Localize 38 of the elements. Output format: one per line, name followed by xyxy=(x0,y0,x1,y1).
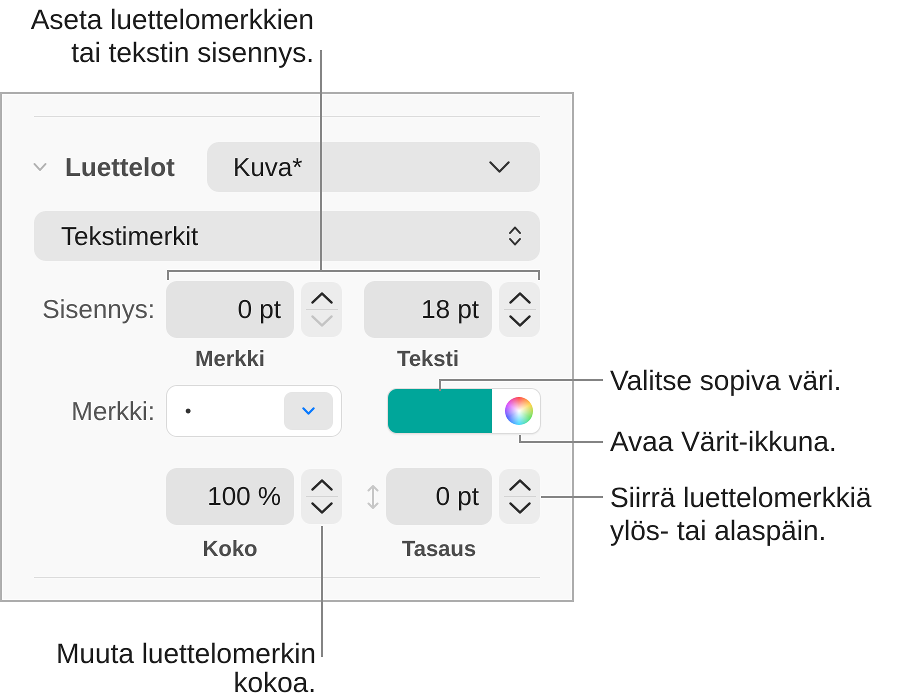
leader-line xyxy=(541,496,603,498)
field-label: Merkki: xyxy=(71,396,155,426)
number-field[interactable]: 100 % xyxy=(166,468,294,525)
callout-text: Siirrä luettelomerkkiä ylös- tai alaspäin. xyxy=(610,481,872,547)
color-wheel-icon[interactable] xyxy=(505,397,533,425)
number-field[interactable]: 0 pt xyxy=(386,468,492,525)
callout-text: Aseta luettelomerkkien tai tekstin sisennys. xyxy=(30,3,314,69)
chevron-up-icon[interactable] xyxy=(310,479,332,491)
list-style-dropdown[interactable]: Kuva* xyxy=(207,142,540,192)
chevron-up-icon[interactable] xyxy=(508,292,530,304)
stepper[interactable] xyxy=(499,282,540,337)
section-title: Luettelot xyxy=(65,152,175,182)
number-field[interactable]: 0 pt xyxy=(166,281,294,338)
up-down-chevron-icon xyxy=(508,225,522,247)
field-caption: Teksti xyxy=(397,346,459,372)
bullet-popup[interactable]: • xyxy=(166,385,342,437)
chevron-down-icon[interactable] xyxy=(508,502,530,514)
field-caption: Koko xyxy=(202,536,258,562)
chevron-down-icon[interactable] xyxy=(508,315,530,327)
callout-text: Muuta luettelomerkin kokoa. xyxy=(56,639,316,697)
color-well[interactable] xyxy=(388,389,540,433)
chevron-down-icon xyxy=(302,407,315,415)
stepper[interactable] xyxy=(301,282,342,337)
color-swatch[interactable] xyxy=(388,389,492,433)
bullet-type-popup[interactable]: Tekstimerkit xyxy=(34,211,540,261)
field-caption: Tasaus xyxy=(400,536,476,562)
number-field[interactable]: 18 pt xyxy=(364,281,492,338)
stepper[interactable] xyxy=(499,469,540,524)
up-down-arrow-icon xyxy=(366,484,380,510)
stepper[interactable] xyxy=(301,469,342,524)
field-caption: Merkki xyxy=(195,346,265,372)
chevron-down-icon[interactable] xyxy=(310,502,332,514)
callout-text: Valitse sopiva väri. xyxy=(610,364,842,397)
field-label: Sisennys: xyxy=(42,294,155,325)
chevron-down-icon xyxy=(489,161,510,173)
chevron-up-icon[interactable] xyxy=(508,479,530,491)
chevron-up-icon[interactable] xyxy=(310,292,332,304)
callout-text: Avaa Värit-ikkuna. xyxy=(610,425,837,458)
